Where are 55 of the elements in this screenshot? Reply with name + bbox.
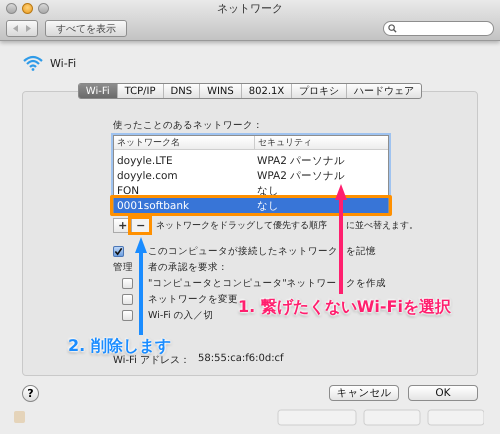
window-control-icon[interactable] — [6, 3, 17, 14]
window-title: ネットワーク — [217, 1, 283, 16]
wifi-icon — [22, 55, 44, 71]
search-icon — [388, 24, 397, 33]
hint-text: ネットワークをドラッグして優先する順序 — [156, 220, 327, 230]
search-field[interactable] — [383, 21, 494, 36]
forward-icon — [25, 24, 32, 33]
tab[interactable]: Wi-Fi — [78, 84, 117, 98]
checkbox[interactable] — [122, 278, 133, 288]
address-value: 58:55:ca:f6:0d:cf — [198, 353, 284, 366]
network-name: doyyle.com — [116, 170, 179, 182]
tab[interactable]: WINS — [199, 84, 241, 98]
checkbox-label: このコンピュータが接続したネットワーク — [148, 246, 338, 256]
annotation-text: 1. 繋げたくないWi-Fiを選択 — [238, 297, 451, 318]
security-type: なし — [256, 198, 279, 212]
tab[interactable]: DNS — [162, 84, 200, 98]
network-name: FON — [116, 184, 140, 196]
hint-text: に並べ替えます。 — [346, 220, 418, 230]
tab[interactable]: ハードウェア — [346, 84, 422, 98]
checkbox[interactable] — [122, 310, 133, 320]
tab[interactable]: プロキシ — [291, 84, 346, 98]
checkbox-label: ネットワークを変更 — [148, 294, 238, 304]
section-label: 者の承認を要求： — [148, 262, 228, 272]
cancel-button[interactable]: キャンセル — [329, 385, 399, 401]
ok-button[interactable]: OK — [408, 385, 478, 401]
annotation-text: 2. 削除します — [68, 336, 171, 355]
section-label: 使ったことのあるネットワーク： — [113, 118, 263, 132]
section-label: 管理 — [113, 260, 133, 274]
security-type: WPA2 パーソナル — [256, 154, 346, 168]
checkbox[interactable] — [122, 294, 133, 304]
back-icon — [12, 24, 19, 33]
arrow-icon — [335, 184, 347, 294]
show-all-button[interactable]: すべてを表示 — [45, 20, 127, 37]
network-name: doyyle.LTE — [116, 154, 174, 166]
column-header[interactable]: ネットワーク名 — [114, 136, 255, 149]
address-label: Wi-Fi アドレス： — [113, 354, 190, 367]
window-control-icon[interactable] — [38, 3, 49, 14]
column-header[interactable]: セキュリティ — [255, 136, 312, 149]
network-row[interactable]: doyyle.com WPA2 パーソナル — [114, 168, 388, 183]
service-name: Wi-Fi — [50, 56, 76, 70]
checkbox[interactable] — [113, 246, 124, 256]
network-row[interactable]: doyyle.LTE WPA2 パーソナル — [114, 153, 388, 168]
network-name: 0001softbank — [116, 200, 190, 212]
checkbox-label: Wi-Fi の入／切 — [148, 310, 214, 320]
checkbox-label: を記憶 — [346, 246, 376, 256]
back-forward-control[interactable] — [6, 20, 38, 37]
arrow-icon — [135, 237, 147, 335]
window-control-icon[interactable] — [22, 3, 33, 14]
tab[interactable]: 802.1X — [240, 84, 292, 98]
security-type: WPA2 パーソナル — [256, 168, 346, 182]
add-button[interactable]: + — [114, 218, 132, 232]
checkbox-label: "コンピュータとコンピュータ"ネットワー — [148, 278, 337, 288]
tab[interactable]: TCP/IP — [116, 84, 163, 98]
help-button[interactable]: ? — [22, 384, 39, 402]
checkbox-label: クを作成 — [346, 278, 386, 288]
